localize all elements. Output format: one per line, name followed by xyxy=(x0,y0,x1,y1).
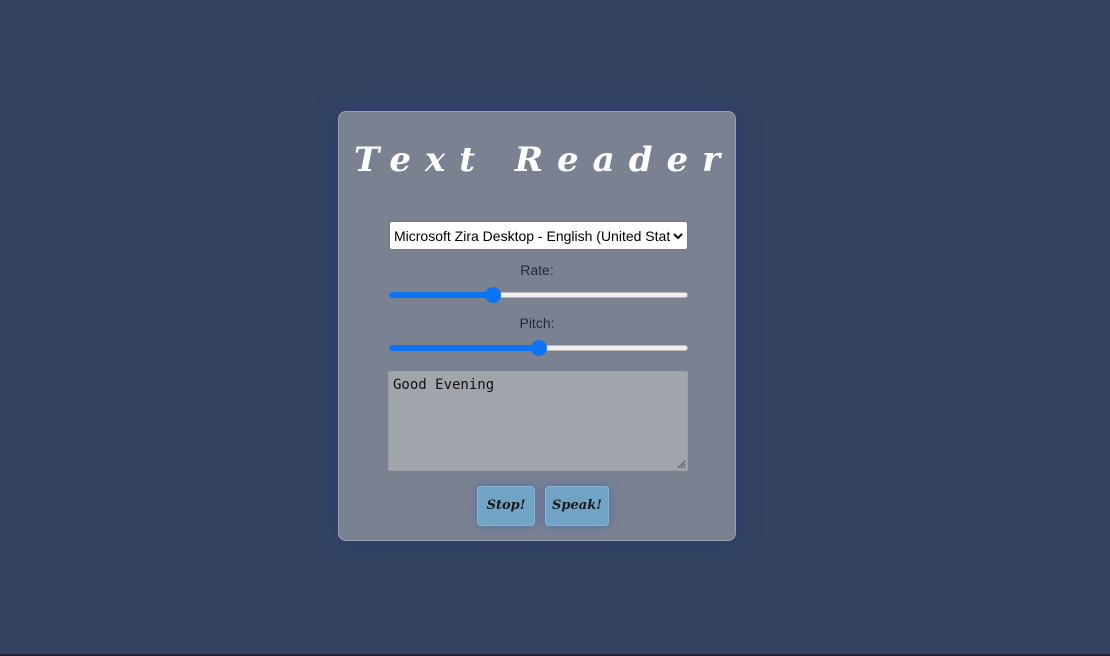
chevron-down-icon xyxy=(673,233,683,240)
speak-button[interactable]: Speak! xyxy=(545,486,609,526)
text-reader-card: Text Reader Microsoft Zira Desktop - Eng… xyxy=(338,111,736,541)
text-input[interactable]: Good Evening xyxy=(388,371,688,471)
pitch-slider[interactable] xyxy=(389,340,688,356)
pitch-label: Pitch: xyxy=(519,315,555,331)
resize-handle-icon[interactable] xyxy=(677,460,686,469)
voice-select[interactable]: Microsoft Zira Desktop - English (United… xyxy=(389,221,688,250)
stop-button[interactable]: Stop! xyxy=(477,486,535,526)
rate-slider[interactable] xyxy=(389,287,688,303)
page-title: Text Reader xyxy=(353,140,735,180)
pitch-slider-fill xyxy=(389,345,539,351)
rate-label: Rate: xyxy=(520,262,554,278)
pitch-slider-thumb[interactable] xyxy=(531,340,547,356)
text-input-value: Good Evening xyxy=(393,377,495,393)
rate-slider-fill xyxy=(389,292,493,298)
voice-select-value: Microsoft Zira Desktop - English (United… xyxy=(394,228,670,244)
rate-slider-thumb[interactable] xyxy=(485,287,501,303)
